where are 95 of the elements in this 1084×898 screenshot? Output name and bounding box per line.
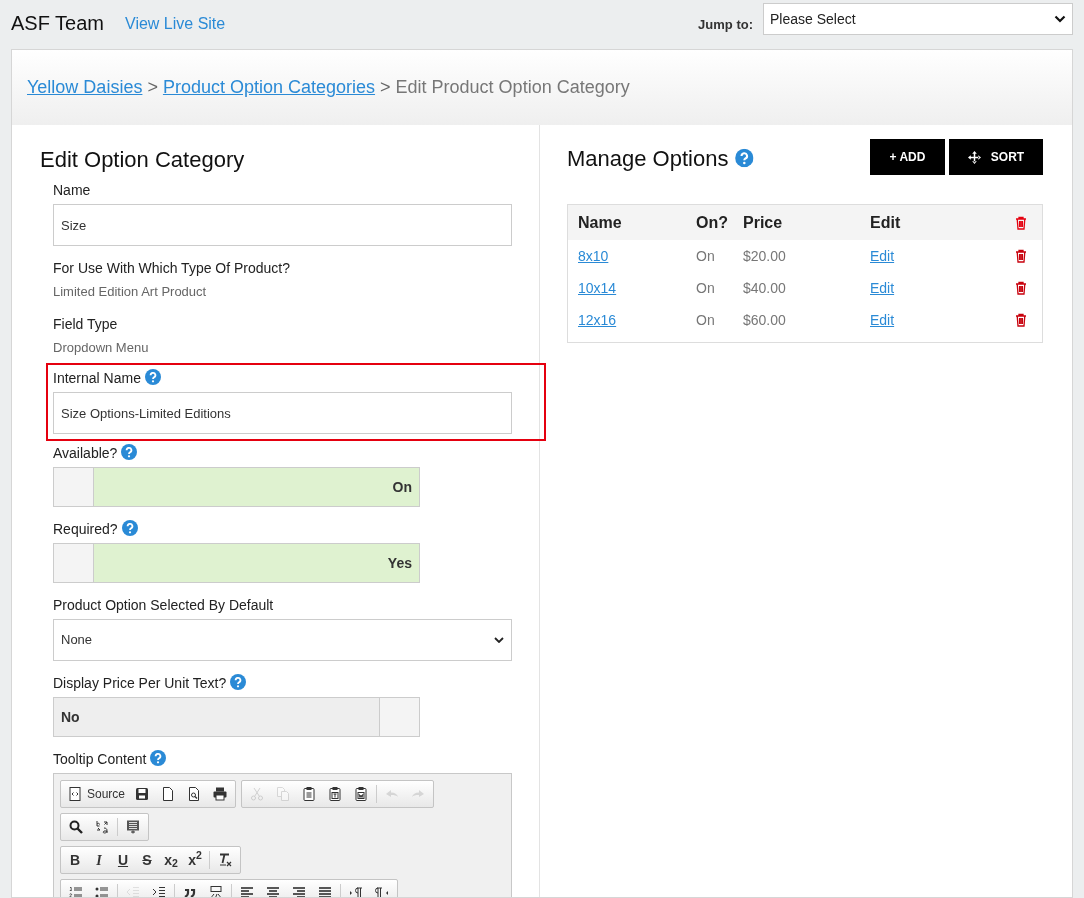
edit-link[interactable]: Edit <box>870 247 895 264</box>
outdent-icon <box>125 885 141 897</box>
field-label: Required? <box>53 521 118 537</box>
scissors-icon <box>249 786 266 802</box>
toggle-text: On <box>392 477 412 497</box>
text-field[interactable]: Size Options-Limited Editions <box>53 392 512 434</box>
align-right-icon <box>291 885 307 897</box>
search-icon <box>68 819 84 835</box>
toggle-switch[interactable]: On <box>53 467 420 507</box>
format-button[interactable]: x$^{2}$ <box>183 849 207 871</box>
field-label: For Use With Which Type Of Product? <box>53 260 291 276</box>
trash-icon[interactable] <box>1015 215 1027 230</box>
chevron-down-icon <box>494 637 504 643</box>
format-button[interactable]: I <box>87 849 111 871</box>
option-name-link[interactable]: 10x14 <box>578 279 617 296</box>
edit-link[interactable]: Edit <box>870 279 895 296</box>
column-header: Edit <box>870 213 901 231</box>
clipboard-word-icon <box>353 786 370 802</box>
numbered-list-icon <box>68 885 84 897</box>
paragraph-left-arrow-icon <box>374 885 390 897</box>
table-cell: On <box>696 279 715 296</box>
clear-format-icon <box>217 852 233 868</box>
format-button[interactable]: S <box>135 849 159 871</box>
align-center-icon <box>265 885 281 897</box>
field-label: Internal Name <box>53 370 141 386</box>
print-icon <box>212 786 229 802</box>
justify-icon <box>317 885 333 897</box>
toggle-knob <box>54 468 94 506</box>
breadcrumb-link[interactable]: Yellow Daisies <box>27 74 143 101</box>
help-icon[interactable] <box>121 520 138 536</box>
align-left-icon <box>239 885 255 897</box>
select-all-icon <box>125 819 141 835</box>
clipboard-text-icon <box>327 786 344 802</box>
field-value: Limited Edition Art Product <box>53 283 208 301</box>
source-button[interactable]: Source <box>63 783 130 805</box>
rich-text-editor[interactable]: Source B I U S x$_{2}$ x$^{2}$ <box>53 773 512 897</box>
table-cell: $20.00 <box>743 247 786 264</box>
field-label: Tooltip Content <box>53 751 147 767</box>
toggle-switch[interactable]: Yes <box>53 543 420 583</box>
paragraph-right-arrow-icon <box>348 885 364 897</box>
save-icon <box>134 786 151 802</box>
document-code-icon <box>67 786 83 802</box>
trash-icon[interactable] <box>1015 313 1027 327</box>
help-icon[interactable] <box>121 444 138 460</box>
site-title: ASF Team <box>11 10 104 36</box>
breadcrumb-separator: > <box>380 76 391 99</box>
option-name-link[interactable]: 12x16 <box>578 311 617 328</box>
dropdown-field[interactable]: None <box>53 619 512 661</box>
edit-link[interactable]: Edit <box>870 311 895 328</box>
column-header: Name <box>578 213 622 231</box>
sort-button[interactable]: SORT <box>949 139 1043 175</box>
field-label: Display Price Per Unit Text? <box>53 675 227 691</box>
bulleted-list-icon <box>94 885 110 897</box>
field-label: Field Type <box>53 315 118 332</box>
column-header: On? <box>696 213 728 231</box>
format-button[interactable]: U <box>111 849 135 871</box>
toggle-knob <box>379 698 419 736</box>
trash-icon[interactable] <box>1015 281 1027 295</box>
text-field[interactable]: Size <box>53 204 512 246</box>
copy-icon <box>275 786 292 802</box>
breadcrumb-current: Edit Product Option Category <box>395 76 630 99</box>
move-arrows-icon <box>967 150 981 164</box>
option-name-link[interactable]: 8x10 <box>578 247 609 264</box>
field-value: Dropdown Menu <box>53 338 150 357</box>
table-cell: On <box>696 247 715 264</box>
clipboard-icon <box>301 786 318 802</box>
help-icon[interactable] <box>230 674 247 690</box>
section-title: Manage Options <box>567 144 729 173</box>
toggle-knob <box>54 544 94 582</box>
jump-dropdown[interactable]: Please Select <box>763 3 1073 35</box>
table-cell: On <box>696 311 715 328</box>
column-header: Price <box>743 213 783 231</box>
breadcrumb-separator: > <box>147 76 158 99</box>
toggle-text: Yes <box>387 553 412 573</box>
format-button[interactable]: B <box>63 849 87 871</box>
toggle-switch[interactable]: No <box>53 697 420 737</box>
chevron-down-icon <box>1054 15 1066 23</box>
trash-icon[interactable] <box>1015 249 1027 263</box>
add-button[interactable]: + ADD <box>870 139 945 175</box>
replace-icon <box>94 819 110 835</box>
field-label: Name <box>53 182 91 198</box>
table-cell: $60.00 <box>743 311 786 328</box>
section-title: Edit Option Category <box>40 146 246 174</box>
breadcrumb-link[interactable]: Product Option Categories <box>162 74 376 101</box>
toggle-text: No <box>61 707 80 727</box>
indent-icon <box>151 885 167 897</box>
help-icon[interactable] <box>150 750 167 766</box>
jump-label: Jump to: <box>698 15 753 34</box>
help-icon[interactable] <box>144 369 161 385</box>
field-label: Available? <box>53 445 118 461</box>
format-button[interactable]: x$_{2}$ <box>159 849 183 871</box>
table-cell: $40.00 <box>743 279 786 296</box>
field-label: Product Option Selected By Default <box>53 597 274 613</box>
help-icon[interactable] <box>735 148 754 168</box>
div-container-icon <box>208 885 224 897</box>
